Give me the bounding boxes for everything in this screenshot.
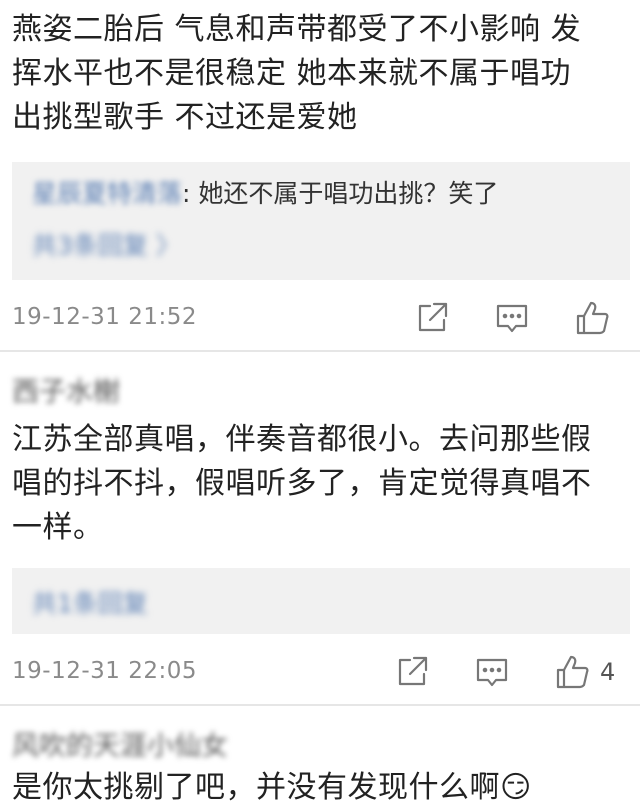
- reply-box-2[interactable]: 共1条回复: [12, 568, 630, 634]
- share-edit-icon[interactable]: [392, 652, 432, 692]
- thumbs-up-icon[interactable]: [552, 652, 592, 692]
- timestamp: 19-12-31 22:05: [12, 658, 197, 684]
- reply-author[interactable]: 星辰夏特清落: [32, 179, 182, 208]
- comment-3-text: 是你太挑剔了吧，并没有发现什么啊😏: [12, 766, 624, 810]
- like-count: 4: [600, 658, 616, 686]
- share-edit-icon[interactable]: [412, 298, 452, 338]
- comment-icon[interactable]: [472, 652, 512, 692]
- comment-2-line: 江苏全部真唱，伴奏音都很小。去问那些假: [12, 422, 592, 457]
- comment-3-line: 是你太挑剔了吧，并没有发现什么啊😏: [12, 770, 532, 805]
- reply-text: 她还不属于唱功出挑？笑了: [198, 179, 499, 208]
- comment-1-line: 出挑型歌手 不过还是爱她: [12, 100, 358, 135]
- comment-1-line: 挥水平也不是很稳定 她本来就不属于唱功: [12, 56, 572, 91]
- comment-2-line: 一样。: [12, 510, 104, 545]
- reply-preview: 星辰夏特清落: 她还不属于唱功出挑？笑了: [32, 178, 498, 210]
- comment-1-meta: 19-12-31 21:52: [0, 296, 640, 340]
- comment-icon[interactable]: [492, 298, 532, 338]
- comment-2-text: 江苏全部真唱，伴奏音都很小。去问那些假 唱的抖不抖，假唱听多了，肯定觉得真唱不 …: [12, 418, 624, 550]
- reply-separator: :: [182, 179, 199, 208]
- username[interactable]: 西子水榭: [12, 370, 120, 409]
- comment-2-line: 唱的抖不抖，假唱听多了，肯定觉得真唱不: [12, 466, 592, 501]
- thumbs-up-icon[interactable]: [572, 298, 612, 338]
- comment-1-text: 燕姿二胎后 气息和声带都受了不小影响 发 挥水平也不是很稳定 她本来就不属于唱功…: [12, 8, 624, 140]
- divider: [0, 350, 640, 352]
- reply-box-1[interactable]: 星辰夏特清落: 她还不属于唱功出挑？笑了 共3条回复 〉: [12, 162, 630, 280]
- divider: [0, 704, 640, 706]
- timestamp: 19-12-31 21:52: [12, 304, 197, 330]
- reply-count-link[interactable]: 共1条回复: [32, 584, 148, 620]
- comment-1-line: 燕姿二胎后 气息和声带都受了不小影响 发: [12, 12, 582, 47]
- comment-2-meta: 19-12-31 22:05 4: [0, 650, 640, 694]
- reply-count-link[interactable]: 共3条回复 〉: [32, 226, 181, 262]
- username[interactable]: 风吹的天涯小仙女: [12, 724, 228, 763]
